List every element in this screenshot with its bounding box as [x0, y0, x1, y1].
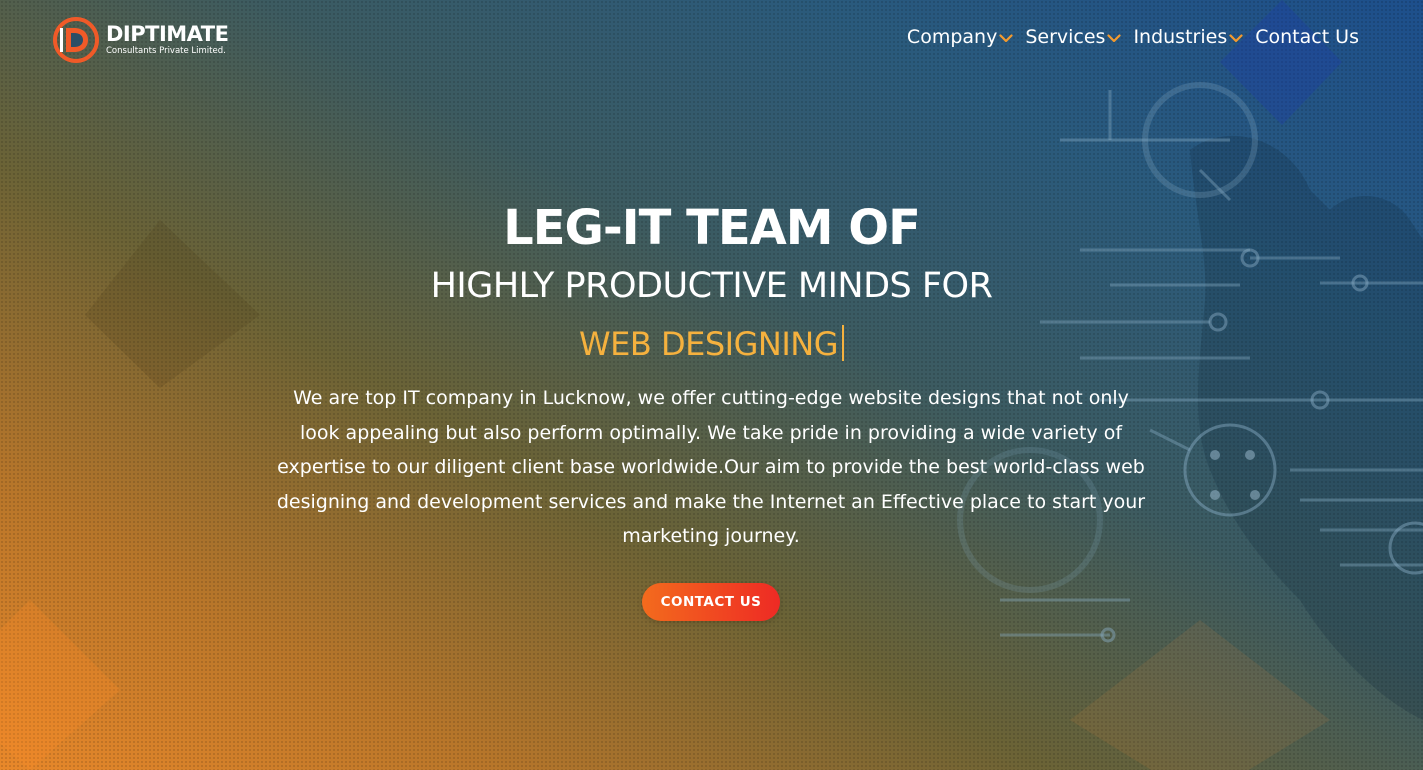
- chevron-down-icon: [1229, 34, 1243, 43]
- nav-item-company[interactable]: Company: [907, 26, 1013, 48]
- hero-section: DIPTIMATE Consultants Private Limited. C…: [0, 0, 1423, 770]
- brand-logo[interactable]: DIPTIMATE Consultants Private Limited.: [52, 16, 229, 64]
- hero-typed-line: WEB DESIGNING: [0, 325, 1423, 363]
- brand-name: DIPTIMATE: [106, 22, 229, 47]
- brand-tagline: Consultants Private Limited.: [106, 46, 226, 57]
- hero-headline: LEG-IT TEAM OF: [503, 200, 921, 256]
- brand-text: DIPTIMATE Consultants Private Limited.: [106, 22, 229, 57]
- nav-item-services[interactable]: Services: [1025, 26, 1122, 48]
- chevron-down-icon: [1107, 34, 1122, 43]
- nav-item-contact-us[interactable]: Contact Us: [1255, 26, 1359, 48]
- nav-item-label: Contact Us: [1255, 26, 1359, 48]
- nav-item-industries[interactable]: Industries: [1133, 26, 1243, 48]
- d-logo-icon: [53, 17, 99, 63]
- hero-subheadline: HIGHLY PRODUCTIVE MINDS FOR: [430, 266, 993, 306]
- hero-description: We are top IT company in Lucknow, we off…: [276, 387, 1146, 547]
- chevron-down-icon: [999, 34, 1013, 43]
- main-nav: Company Services Industries Contact Us: [907, 26, 1359, 48]
- nav-item-label: Services: [1025, 26, 1106, 48]
- typing-cursor: [842, 325, 844, 361]
- hero-typed-text: WEB DESIGNING: [579, 325, 839, 363]
- nav-item-label: Industries: [1133, 26, 1228, 48]
- contact-us-button[interactable]: CONTACT US: [642, 583, 780, 621]
- nav-item-label: Company: [906, 26, 998, 48]
